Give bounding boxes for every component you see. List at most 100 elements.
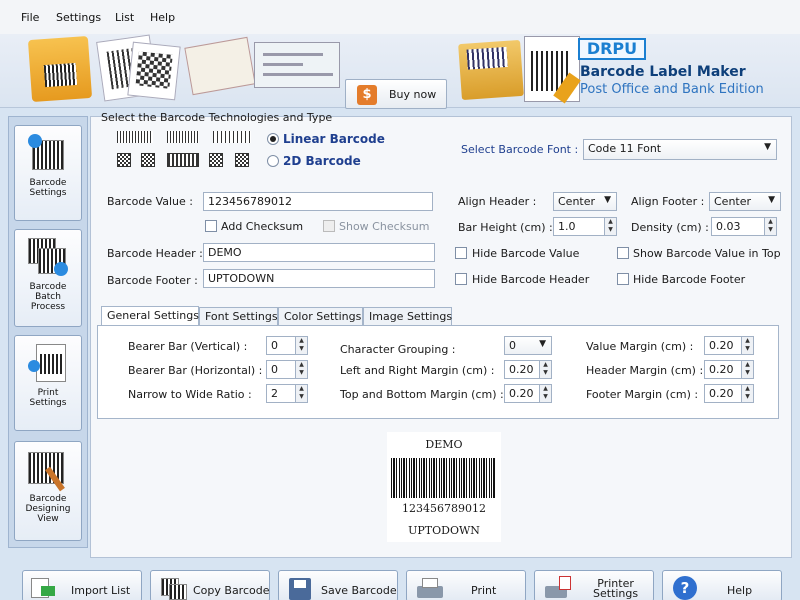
- header-margin-value: 0.20: [709, 363, 734, 376]
- add-checksum-label: Add Checksum: [221, 220, 304, 233]
- bank-cheque-icon: [254, 42, 340, 88]
- left-right-margin-stepper[interactable]: 0.20 ▲ ▼: [504, 360, 552, 379]
- menu-help[interactable]: Help: [150, 11, 175, 24]
- barcode-header-label: Barcode Header :: [107, 247, 203, 260]
- spin-arrows-icon[interactable]: ▲ ▼: [295, 361, 307, 378]
- help-button[interactable]: ? Help: [662, 570, 782, 600]
- left-right-margin-value: 0.20: [509, 363, 534, 376]
- footer-margin-label: Footer Margin (cm) :: [586, 388, 699, 401]
- tab-color-settings[interactable]: Color Settings: [278, 307, 363, 326]
- barcode-value-label: Barcode Value :: [107, 195, 194, 208]
- align-footer-select[interactable]: Center ▼: [709, 192, 781, 211]
- menu-settings[interactable]: Settings: [56, 11, 101, 24]
- print-icon: [415, 576, 443, 600]
- top-bottom-margin-label: Top and Bottom Margin (cm) :: [340, 388, 504, 401]
- print-label: Print: [471, 584, 497, 597]
- density-label: Density (cm) :: [631, 221, 709, 234]
- 2d-barcode-thumbnail: [167, 153, 199, 167]
- bearer-bar-horizontal-stepper[interactable]: 0 ▲ ▼: [266, 360, 308, 379]
- 2d-barcode-thumbnail: [141, 153, 155, 167]
- spin-arrows-icon[interactable]: ▲ ▼: [741, 385, 753, 402]
- spin-arrows-icon[interactable]: ▲ ▼: [295, 385, 307, 402]
- print-settings-icon: [26, 342, 70, 386]
- preview-footer-text: UPTODOWN: [408, 524, 480, 537]
- narrow-wide-ratio-stepper[interactable]: 2 ▲ ▼: [266, 384, 308, 403]
- spin-arrows-icon[interactable]: ▲ ▼: [604, 218, 616, 235]
- menu-file[interactable]: File: [21, 11, 39, 24]
- technology-section-title: Select the Barcode Technologies and Type: [101, 111, 333, 124]
- sidebar-item-designing-view[interactable]: Barcode Designing View: [14, 441, 82, 541]
- bearer-bar-horizontal-label: Bearer Bar (Horizontal) :: [128, 364, 263, 377]
- bearer-bar-vertical-value: 0: [271, 339, 278, 352]
- buy-now-label: Buy now: [389, 88, 437, 101]
- character-grouping-select[interactable]: 0 ▼: [504, 336, 552, 355]
- linear-barcode-label: Linear Barcode: [283, 132, 385, 146]
- import-list-button[interactable]: Import List: [22, 570, 142, 600]
- hide-barcode-value-label: Hide Barcode Value: [472, 247, 580, 260]
- sidebar-item-barcode-settings[interactable]: Barcode Settings: [14, 125, 82, 221]
- tab-image-settings[interactable]: Image Settings: [363, 307, 452, 326]
- bearer-bar-vertical-stepper[interactable]: 0 ▲ ▼: [266, 336, 308, 355]
- bar-height-value: 1.0: [558, 220, 576, 233]
- barcode-font-select[interactable]: Code 11 Font ▼: [583, 139, 777, 160]
- copy-barcode-label: Copy Barcode: [193, 584, 270, 597]
- spin-arrows-icon[interactable]: ▲ ▼: [741, 361, 753, 378]
- spin-arrows-icon[interactable]: ▲ ▼: [295, 337, 307, 354]
- align-header-select[interactable]: Center ▼: [553, 192, 617, 211]
- folder-barcode-icon: [458, 39, 524, 101]
- hide-barcode-value-checkbox[interactable]: [455, 247, 467, 259]
- linear-barcode-thumbnail: [213, 131, 251, 143]
- printer-settings-button[interactable]: Printer Settings: [534, 570, 654, 600]
- qr-code-card-icon: [127, 41, 181, 101]
- show-checksum-checkbox[interactable]: [323, 220, 335, 232]
- spin-arrows-icon[interactable]: ▲ ▼: [539, 361, 551, 378]
- menu-bar: File Settings List Help: [0, 0, 800, 34]
- align-footer-value: Center: [714, 195, 752, 208]
- shopping-bag-barcode-icon: [27, 35, 93, 103]
- sidebar-item-label: Barcode Batch Process: [29, 282, 67, 312]
- spin-arrows-icon[interactable]: ▲ ▼: [539, 385, 551, 402]
- printer-settings-label: Printer Settings: [593, 577, 639, 600]
- menu-list[interactable]: List: [115, 11, 134, 24]
- preview-value-text: 123456789012: [402, 502, 486, 515]
- hide-barcode-footer-checkbox[interactable]: [617, 273, 629, 285]
- designing-view-icon: [26, 448, 70, 492]
- sidebar-item-batch-process[interactable]: Barcode Batch Process: [14, 229, 82, 327]
- footer-margin-value: 0.20: [709, 387, 734, 400]
- copy-barcode-button[interactable]: Copy Barcode: [150, 570, 270, 600]
- printer-settings-icon: [543, 576, 571, 600]
- 2d-barcode-radio[interactable]: [267, 155, 279, 167]
- barcode-settings-icon: [26, 132, 70, 176]
- align-footer-label: Align Footer :: [631, 195, 705, 208]
- 2d-barcode-thumbnail: [117, 153, 131, 167]
- dollar-icon: $: [357, 85, 377, 105]
- header-margin-stepper[interactable]: 0.20 ▲ ▼: [704, 360, 754, 379]
- sidebar-item-print-settings[interactable]: Print Settings: [14, 335, 82, 431]
- add-checksum-checkbox[interactable]: [205, 220, 217, 232]
- bearer-bar-horizontal-value: 0: [271, 363, 278, 376]
- hide-barcode-header-checkbox[interactable]: [455, 273, 467, 285]
- envelope-icon: [184, 36, 256, 96]
- barcode-value-input[interactable]: 123456789012: [203, 192, 433, 211]
- spin-arrows-icon[interactable]: ▲ ▼: [764, 218, 776, 235]
- bar-height-stepper[interactable]: 1.0 ▲ ▼: [553, 217, 617, 236]
- linear-barcode-radio[interactable]: [267, 133, 279, 145]
- density-stepper[interactable]: 0.03 ▲ ▼: [711, 217, 777, 236]
- barcode-header-input[interactable]: DEMO: [203, 243, 435, 262]
- barcode-bars: [391, 458, 495, 498]
- spin-arrows-icon[interactable]: ▲ ▼: [741, 337, 753, 354]
- top-bottom-margin-stepper[interactable]: 0.20 ▲ ▼: [504, 384, 552, 403]
- main-panel: Select the Barcode Technologies and Type…: [90, 111, 792, 558]
- save-barcode-button[interactable]: Save Barcode: [278, 570, 398, 600]
- print-button[interactable]: Print: [406, 570, 526, 600]
- narrow-wide-ratio-value: 2: [271, 387, 278, 400]
- barcode-footer-input[interactable]: UPTODOWN: [203, 269, 435, 288]
- buy-now-button[interactable]: $ Buy now: [345, 79, 447, 109]
- tab-general-settings[interactable]: General Settings: [101, 306, 199, 326]
- narrow-wide-ratio-label: Narrow to Wide Ratio :: [128, 388, 252, 401]
- tab-font-settings[interactable]: Font Settings: [199, 307, 278, 326]
- sidebar: Barcode Settings Barcode Batch Process P…: [8, 116, 88, 548]
- show-value-top-checkbox[interactable]: [617, 247, 629, 259]
- footer-margin-stepper[interactable]: 0.20 ▲ ▼: [704, 384, 754, 403]
- value-margin-stepper[interactable]: 0.20 ▲ ▼: [704, 336, 754, 355]
